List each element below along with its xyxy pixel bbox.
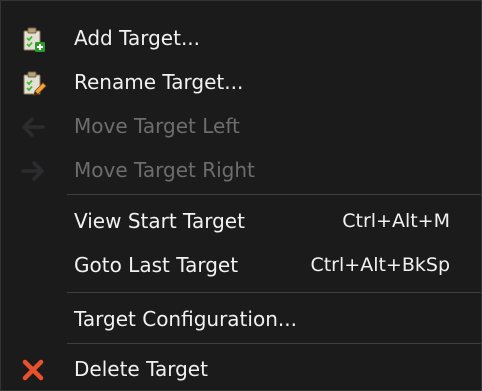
clipboard-add-icon: [19, 25, 47, 53]
arrow-right-icon: [19, 157, 47, 185]
menu-item-label: View Start Target: [74, 209, 245, 233]
menu-item-label: Target Configuration...: [74, 307, 297, 331]
menu-item-label: Rename Target...: [74, 70, 244, 94]
menu-item-target-configuration[interactable]: Target Configuration...: [1, 297, 481, 341]
menu-item-shortcut: Ctrl+Alt+BkSp: [310, 254, 450, 276]
menu-item-view-start-target[interactable]: View Start Target Ctrl+Alt+M: [1, 199, 481, 243]
menu-item-label: Move Target Left: [74, 114, 240, 138]
context-menu: Add Target... Rename Target... Move Targ…: [0, 0, 482, 391]
menu-item-rename-target[interactable]: Rename Target...: [1, 60, 481, 104]
delete-x-icon: [19, 356, 47, 384]
menu-item-move-target-left[interactable]: Move Target Left: [1, 104, 481, 148]
menu-item-move-target-right[interactable]: Move Target Right: [1, 148, 481, 192]
menu-item-shortcut: Ctrl+Alt+M: [342, 210, 450, 232]
menu-item-delete-target[interactable]: Delete Target: [1, 347, 481, 391]
menu-item-label: Delete Target: [74, 357, 208, 381]
menu-item-label: Move Target Right: [74, 158, 255, 182]
menu-item-add-target[interactable]: Add Target...: [1, 16, 481, 60]
menu-separator: [67, 343, 481, 344]
menu-item-label: Add Target...: [74, 26, 201, 50]
menu-item-goto-last-target[interactable]: Goto Last Target Ctrl+Alt+BkSp: [1, 243, 481, 287]
menu-separator: [67, 292, 481, 293]
menu-separator: [67, 194, 481, 195]
clipboard-edit-icon: [19, 69, 47, 97]
arrow-left-icon: [19, 113, 47, 141]
menu-item-label: Goto Last Target: [74, 253, 239, 277]
